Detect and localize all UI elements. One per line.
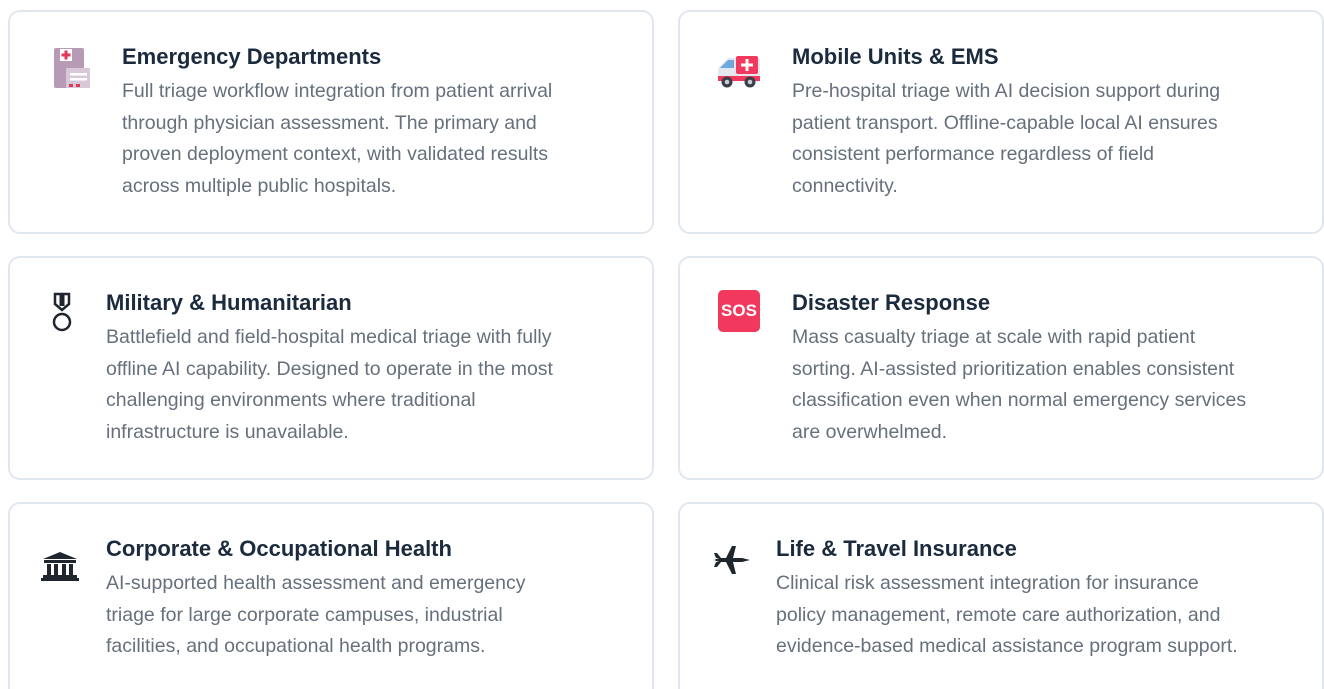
card-title: Emergency Departments [122, 44, 382, 69]
card-military-humanitarian: Military & Humanitarian Battlefield and … [8, 256, 654, 480]
card-description: Battlefield and field-hospital medical t… [106, 326, 553, 443]
ambulance-icon [718, 56, 760, 88]
card-description: Mass casualty triage at scale with rapid… [792, 326, 1247, 443]
airplane-icon [714, 546, 750, 574]
card-description: Pre-hospital triage with AI decision sup… [792, 80, 1221, 197]
card-description: AI-supported health assessment and emerg… [106, 572, 526, 657]
card-mobile-units-ems: Mobile Units & EMS Pre-hospital triage w… [678, 10, 1324, 234]
card-title: Disaster Response [792, 290, 991, 315]
card-title: Corporate & Occupational Health [106, 536, 452, 561]
card-life-travel-insurance: Life & Travel Insurance Clinical risk as… [678, 502, 1324, 689]
card-description: Clinical risk assessment integration for… [776, 572, 1238, 657]
hospital-icon [54, 48, 90, 88]
card-title: Military & Humanitarian [106, 290, 352, 315]
military-medal-icon [52, 292, 72, 332]
card-description: Full triage workflow integration from pa… [122, 80, 553, 197]
card-emergency-departments: Emergency Departments Full triage workfl… [8, 10, 654, 234]
card-title: Mobile Units & EMS [792, 44, 999, 69]
classical-building-icon [41, 552, 79, 581]
sos-icon: SOS [718, 290, 760, 332]
card-title: Life & Travel Insurance [776, 536, 1017, 561]
card-disaster-response: SOS Disaster Response Mass casualty tria… [678, 256, 1324, 480]
card-corporate-occupational-health: Corporate & Occupational Health AI-suppo… [8, 502, 654, 689]
